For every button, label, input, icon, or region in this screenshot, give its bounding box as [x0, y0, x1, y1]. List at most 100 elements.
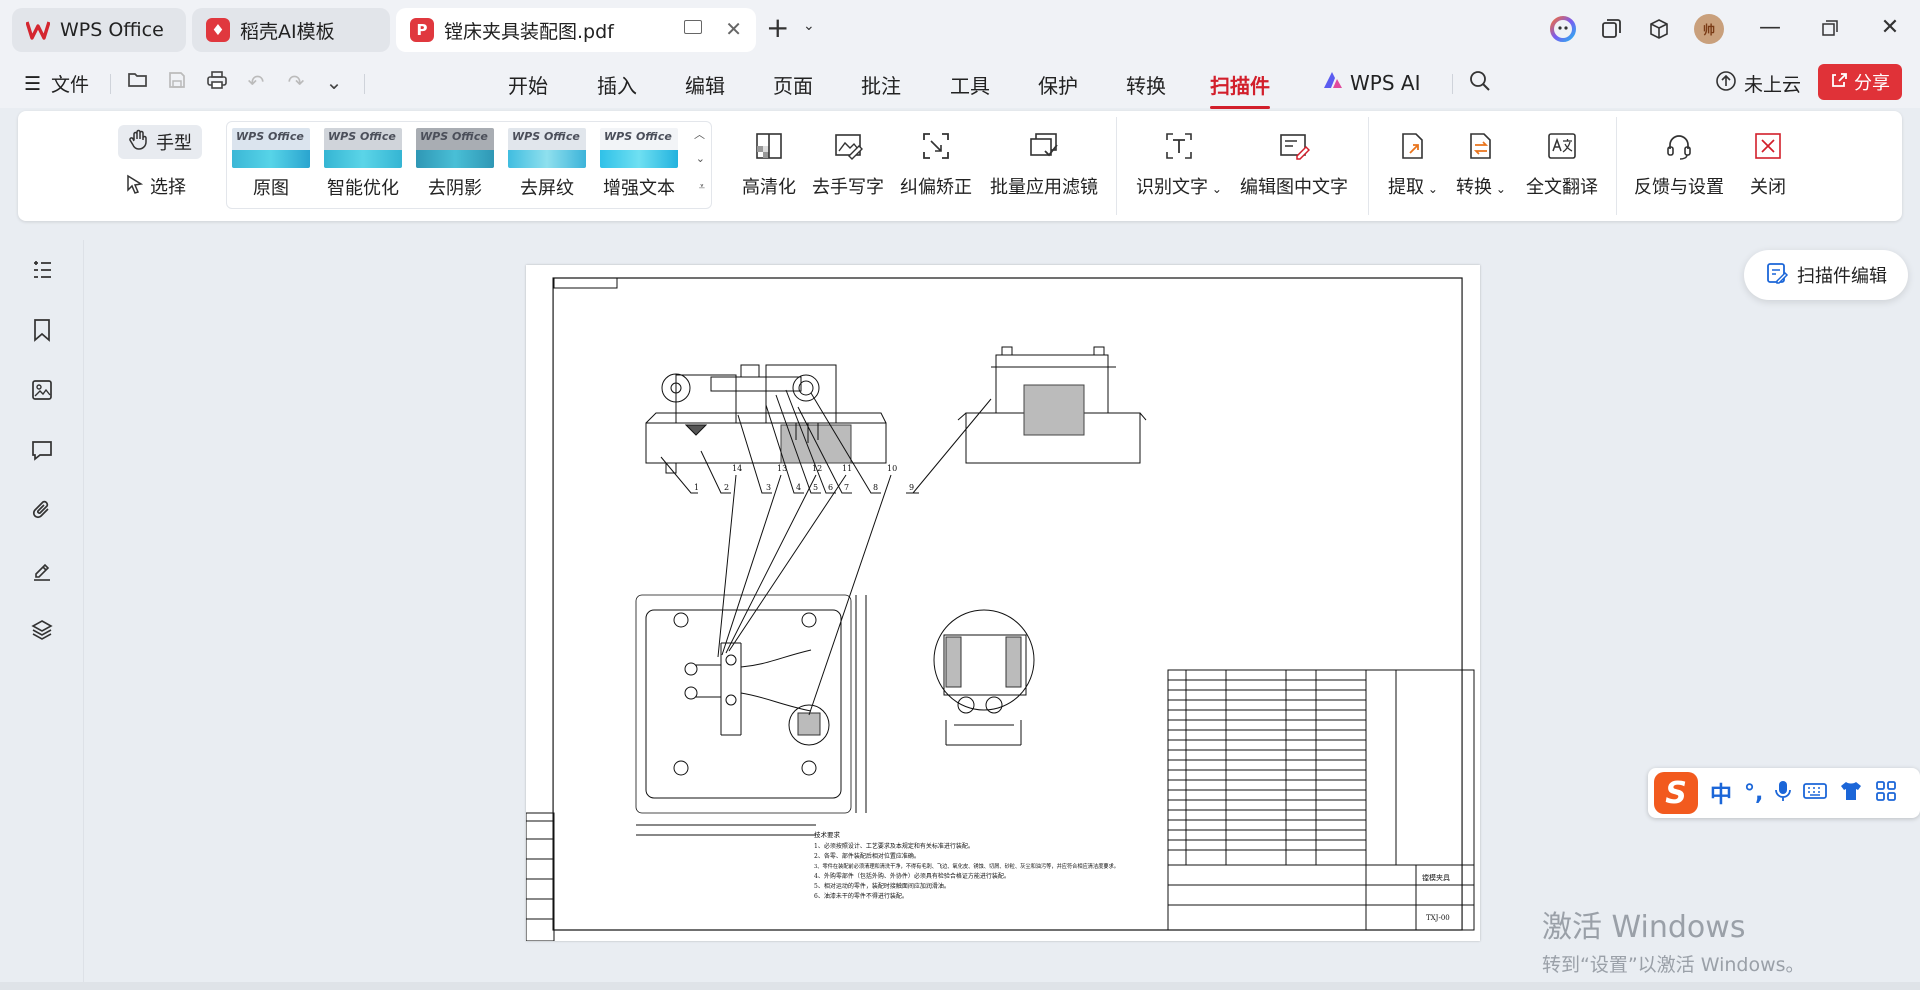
sogou-logo-icon[interactable]: S [1654, 772, 1698, 814]
batch-filter-label: 批量应用滤镜 [990, 177, 1098, 198]
filter-enhance-text[interactable]: WPS Office 增强文本 [599, 128, 679, 200]
save-icon[interactable] [163, 70, 191, 95]
scroll-up-icon[interactable]: ︿ [694, 126, 705, 142]
divider [1116, 117, 1117, 215]
cloud-status[interactable]: 未上云 [1714, 70, 1801, 97]
cube-icon[interactable] [1644, 14, 1674, 44]
grid-menu-icon[interactable] [1875, 780, 1897, 806]
restore-icon[interactable] [1810, 10, 1850, 46]
tab-page[interactable]: 页面 [773, 70, 813, 99]
ocr-text-button[interactable]: 识别文字 ⌄ [1136, 129, 1222, 199]
tab-start[interactable]: 开始 [508, 70, 548, 99]
monitor-icon[interactable] [684, 20, 702, 34]
filter-smart-optimize[interactable]: WPS Office 智能优化 [323, 128, 403, 200]
tab-annotate[interactable]: 批注 [861, 70, 901, 99]
tab-wps-office[interactable]: WPS Office [12, 8, 186, 52]
edit-image-icon [1277, 129, 1311, 163]
outline-list-icon[interactable] [28, 256, 56, 284]
wps-ai-button[interactable]: WPS AI [1322, 70, 1420, 95]
layers-icon[interactable] [28, 616, 56, 644]
microphone-icon[interactable] [1775, 780, 1792, 806]
hd-icon [752, 129, 786, 163]
feedback-settings-button[interactable]: 反馈与设置 [1634, 129, 1724, 199]
extract-button[interactable]: 提取 ⌄ [1388, 129, 1438, 199]
windows-activation-watermark: 激活 Windows 转到“设置”以激活 Windows。 [1542, 902, 1805, 977]
note-line: 5、相对运动的零件，装配时接触面间应加润滑油。 [814, 882, 950, 890]
hand-tool-button[interactable]: 手型 [118, 125, 202, 159]
minimize-icon[interactable]: — [1750, 10, 1790, 46]
status-bar [0, 982, 1920, 990]
ime-chinese-toggle[interactable]: 中 [1710, 777, 1732, 809]
edit-image-text-button[interactable]: 编辑图中文字 [1240, 129, 1348, 199]
bookmark-icon[interactable] [28, 316, 56, 344]
close-tab-icon[interactable]: ✕ [725, 17, 742, 41]
remove-handwriting-button[interactable]: 去手写字 [812, 129, 884, 199]
convert-label: 转换 ⌄ [1456, 177, 1506, 198]
note-line: 1、必须按照设计、工艺要求及本规定和有关标准进行装配。 [814, 842, 974, 850]
filter-thumbnail: WPS Office [232, 128, 310, 168]
close-window-icon[interactable]: ✕ [1870, 10, 1910, 46]
crop-corners-icon [919, 129, 953, 163]
share-button[interactable]: 分享 [1818, 64, 1902, 100]
ribbon-toolbar: 手型 选择 WPS Office 原图 WPS Office 智能优化 WPS … [18, 111, 1902, 221]
tab-tools[interactable]: 工具 [950, 70, 990, 99]
pdf-page: 1 2 3 4 5 6 7 8 9 14 13 12 11 10 镗模夹具 TX… [526, 265, 1480, 941]
keyboard-icon[interactable] [1803, 782, 1828, 804]
new-tab-button[interactable]: + [766, 14, 789, 42]
file-menu-label: 文件 [51, 74, 90, 96]
ai-assistant-icon[interactable] [1548, 14, 1578, 44]
title-block-name: 镗模夹具 [1422, 873, 1450, 882]
attachment-icon[interactable] [28, 496, 56, 524]
hd-enhance-button[interactable]: 高清化 [742, 129, 796, 199]
convert-button[interactable]: 转换 ⌄ [1456, 129, 1506, 199]
close-scan-button[interactable]: 关闭 [1750, 129, 1786, 199]
thumbnail-image-icon[interactable] [28, 376, 56, 404]
extract-label: 提取 ⌄ [1388, 177, 1438, 198]
tab-protect[interactable]: 保护 [1038, 70, 1078, 99]
deskew-button[interactable]: 纠偏矫正 [900, 129, 972, 199]
signature-pen-icon[interactable] [28, 556, 56, 584]
tab-scan[interactable]: 扫描件 [1210, 70, 1270, 109]
tab-insert[interactable]: 插入 [597, 70, 637, 99]
print-icon[interactable] [203, 70, 231, 95]
headset-icon [1662, 129, 1696, 163]
batch-filter-button[interactable]: 批量应用滤镜 [990, 129, 1098, 199]
note-line: 4、外购零部件（包括外购、外协件）必须具有检验合格证方能进行装配。 [814, 872, 1010, 880]
avatar[interactable]: 帅 [1694, 14, 1724, 44]
filter-remove-shadow[interactable]: WPS Office 去阴影 [415, 128, 495, 200]
chevron-down-icon[interactable]: ⌄ [320, 70, 348, 94]
filter-remove-moire[interactable]: WPS Office 去屏纹 [507, 128, 587, 200]
window-copy-icon[interactable] [1596, 14, 1626, 44]
chevron-down-icon[interactable]: ⌄ [803, 18, 815, 34]
tab-edit[interactable]: 编辑 [685, 70, 725, 99]
scan-edit-button[interactable]: 扫描件编辑 [1744, 250, 1908, 300]
translate-button[interactable]: 全文翻译 [1526, 129, 1598, 199]
pdf-icon: P [410, 18, 434, 42]
note-line: 2、各零、部件装配后相对位置应准确。 [814, 852, 920, 860]
redo-icon[interactable]: ↷ [282, 70, 310, 94]
file-menu[interactable]: ☰ 文件 [24, 70, 89, 97]
hand-tool-label: 手型 [156, 133, 192, 154]
close-box-icon [1751, 129, 1785, 163]
filter-original[interactable]: WPS Office 原图 [231, 128, 311, 200]
balloon-label: 8 [873, 483, 878, 492]
select-tool-button[interactable]: 选择 [126, 173, 186, 199]
filter-thumbnail: WPS Office [416, 128, 494, 168]
comment-icon[interactable] [28, 436, 56, 464]
ime-punctuation-toggle[interactable]: °, [1744, 781, 1763, 806]
filter-thumbnail: WPS Office [600, 128, 678, 168]
open-folder-icon[interactable] [124, 70, 152, 95]
convert-icon [1464, 129, 1498, 163]
tab-pdf-document[interactable]: P 镗床夹具装配图.pdf ✕ [396, 8, 756, 52]
balloon-label: 3 [766, 483, 771, 492]
scroll-down-icon[interactable]: ⌄ [696, 152, 705, 165]
assembly-drawing: 1 2 3 4 5 6 7 8 9 14 13 12 11 10 镗模夹具 TX… [526, 277, 1475, 941]
undo-icon[interactable]: ↶ [242, 70, 270, 94]
close-scan-label: 关闭 [1750, 177, 1786, 198]
skin-shirt-icon[interactable] [1839, 780, 1863, 806]
tab-convert[interactable]: 转换 [1126, 70, 1166, 99]
search-icon[interactable] [1466, 70, 1494, 97]
tab-daoke-templates[interactable]: ♦ 稻壳AI模板 [192, 8, 390, 52]
expand-gallery-icon[interactable]: ⩡ [699, 180, 705, 194]
hamburger-icon: ☰ [24, 72, 42, 95]
